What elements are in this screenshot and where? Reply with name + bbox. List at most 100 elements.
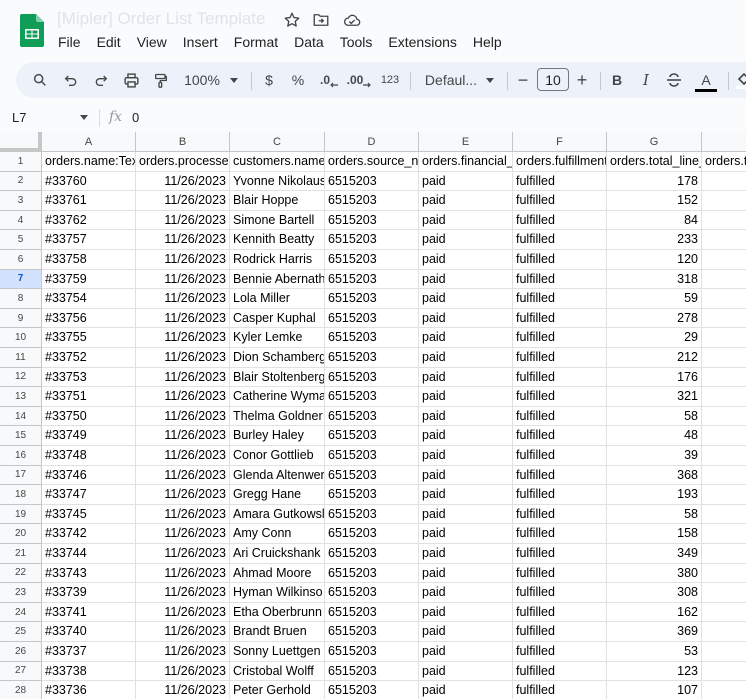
column-header-c[interactable]: C (230, 132, 325, 152)
cell-b9[interactable]: 11/26/2023 (136, 308, 230, 329)
row-header[interactable]: 6 (0, 250, 42, 270)
row-header[interactable]: 19 (0, 504, 42, 525)
select-all-corner[interactable] (0, 132, 42, 152)
cell-c13[interactable]: Catherine Wyma (230, 387, 325, 407)
cell-e22[interactable]: paid (419, 563, 513, 584)
more-formats-button[interactable]: 123 (378, 62, 402, 98)
cell-a22[interactable]: #33743 (42, 563, 136, 584)
cell-b4[interactable]: 11/26/2023 (136, 210, 230, 231)
cell-g10[interactable]: 29 (607, 328, 702, 348)
cell-e19[interactable]: paid (419, 504, 513, 525)
cell-a14[interactable]: #33750 (42, 406, 136, 427)
cell-a25[interactable]: #33740 (42, 622, 136, 642)
cell-e26[interactable]: paid (419, 642, 513, 662)
cell-a1[interactable]: orders.name:Tex (42, 152, 136, 172)
cell-e7[interactable]: paid (419, 269, 513, 290)
cell-d22[interactable]: 6515203 (325, 563, 419, 584)
cell-d3[interactable]: 6515203 (325, 191, 419, 211)
column-header-g[interactable]: G (607, 132, 702, 152)
cell-a10[interactable]: #33755 (42, 328, 136, 348)
column-header-b[interactable]: B (136, 132, 230, 152)
cell-f1[interactable]: orders.fulfillment (513, 152, 607, 172)
cell-a4[interactable]: #33762 (42, 210, 136, 231)
row-header[interactable]: 16 (0, 446, 42, 466)
row-header[interactable]: 27 (0, 661, 42, 682)
text-color-button[interactable]: A (694, 62, 718, 98)
cell-d16[interactable]: 6515203 (325, 446, 419, 466)
cell-e9[interactable]: paid (419, 308, 513, 329)
cell-d15[interactable]: 6515203 (325, 426, 419, 446)
zoom-select[interactable]: 100% (182, 62, 222, 98)
cell-a16[interactable]: #33748 (42, 446, 136, 466)
row-header[interactable]: 17 (0, 465, 42, 486)
cell-e12[interactable]: paid (419, 367, 513, 388)
cell-d11[interactable]: 6515203 (325, 348, 419, 368)
cell-a24[interactable]: #33741 (42, 602, 136, 623)
cell-h22[interactable] (702, 564, 746, 584)
row-header[interactable]: 18 (0, 485, 42, 505)
cell-e14[interactable]: paid (419, 406, 513, 427)
cell-b19[interactable]: 11/26/2023 (136, 504, 230, 525)
cell-b16[interactable]: 11/26/2023 (136, 446, 230, 466)
cell-c6[interactable]: Rodrick Harris (230, 250, 325, 270)
cell-a9[interactable]: #33756 (42, 308, 136, 329)
cell-a6[interactable]: #33758 (42, 250, 136, 270)
cell-e24[interactable]: paid (419, 602, 513, 623)
cell-f2[interactable]: fulfilled (513, 171, 607, 192)
cell-d13[interactable]: 6515203 (325, 387, 419, 407)
cell-a3[interactable]: #33761 (42, 191, 136, 211)
cell-h8[interactable] (702, 289, 746, 309)
cell-f22[interactable]: fulfilled (513, 563, 607, 584)
cell-d8[interactable]: 6515203 (325, 289, 419, 309)
font-dropdown-icon[interactable] (484, 62, 496, 98)
cell-c10[interactable]: Kyler Lemke (230, 328, 325, 348)
cell-f27[interactable]: fulfilled (513, 661, 607, 682)
cell-b18[interactable]: 11/26/2023 (136, 485, 230, 505)
cell-h6[interactable] (702, 250, 746, 270)
cell-d27[interactable]: 6515203 (325, 661, 419, 682)
cell-c17[interactable]: Glenda Altenwer (230, 465, 325, 486)
cell-g12[interactable]: 176 (607, 367, 702, 388)
cell-g9[interactable]: 278 (607, 308, 702, 329)
cell-g16[interactable]: 39 (607, 446, 702, 466)
cell-d24[interactable]: 6515203 (325, 602, 419, 623)
cell-e17[interactable]: paid (419, 465, 513, 486)
font-select[interactable]: Defaul... (421, 62, 481, 98)
cell-d26[interactable]: 6515203 (325, 642, 419, 662)
decrease-decimal-button[interactable]: .0 (318, 62, 340, 98)
strikethrough-icon[interactable] (666, 62, 682, 98)
cell-a8[interactable]: #33754 (42, 289, 136, 309)
cell-g23[interactable]: 308 (607, 583, 702, 603)
cell-d14[interactable]: 6515203 (325, 406, 419, 427)
row-header[interactable]: 14 (0, 406, 42, 427)
increase-font-size-button[interactable]: + (574, 62, 590, 98)
cell-h1[interactable]: orders.t (702, 152, 746, 172)
cell-g28[interactable]: 107 (607, 681, 702, 699)
cell-e16[interactable]: paid (419, 446, 513, 466)
menu-help[interactable]: Help (465, 34, 510, 50)
cell-f6[interactable]: fulfilled (513, 250, 607, 270)
cell-c9[interactable]: Casper Kuphal (230, 308, 325, 329)
cell-f5[interactable]: fulfilled (513, 230, 607, 250)
cell-f25[interactable]: fulfilled (513, 622, 607, 642)
menu-insert[interactable]: Insert (175, 34, 226, 50)
cell-e3[interactable]: paid (419, 191, 513, 211)
cell-b26[interactable]: 11/26/2023 (136, 642, 230, 662)
cell-c18[interactable]: Gregg Hane (230, 485, 325, 505)
cell-h19[interactable] (702, 505, 746, 525)
increase-decimal-button[interactable]: .00 (346, 62, 372, 98)
cell-e8[interactable]: paid (419, 289, 513, 309)
cell-b23[interactable]: 11/26/2023 (136, 583, 230, 603)
cell-c23[interactable]: Hyman Wilkinso (230, 583, 325, 603)
cell-f12[interactable]: fulfilled (513, 367, 607, 388)
cell-f13[interactable]: fulfilled (513, 387, 607, 407)
percent-format-button[interactable]: % (290, 62, 306, 98)
cell-c11[interactable]: Dion Schamberg (230, 348, 325, 368)
cell-g8[interactable]: 59 (607, 289, 702, 309)
cell-h26[interactable] (702, 642, 746, 662)
star-icon[interactable] (283, 11, 301, 29)
cell-c15[interactable]: Burley Haley (230, 426, 325, 446)
cell-c21[interactable]: Ari Cruickshank (230, 544, 325, 564)
cell-d1[interactable]: orders.source_n (325, 152, 419, 172)
cell-g5[interactable]: 233 (607, 230, 702, 250)
